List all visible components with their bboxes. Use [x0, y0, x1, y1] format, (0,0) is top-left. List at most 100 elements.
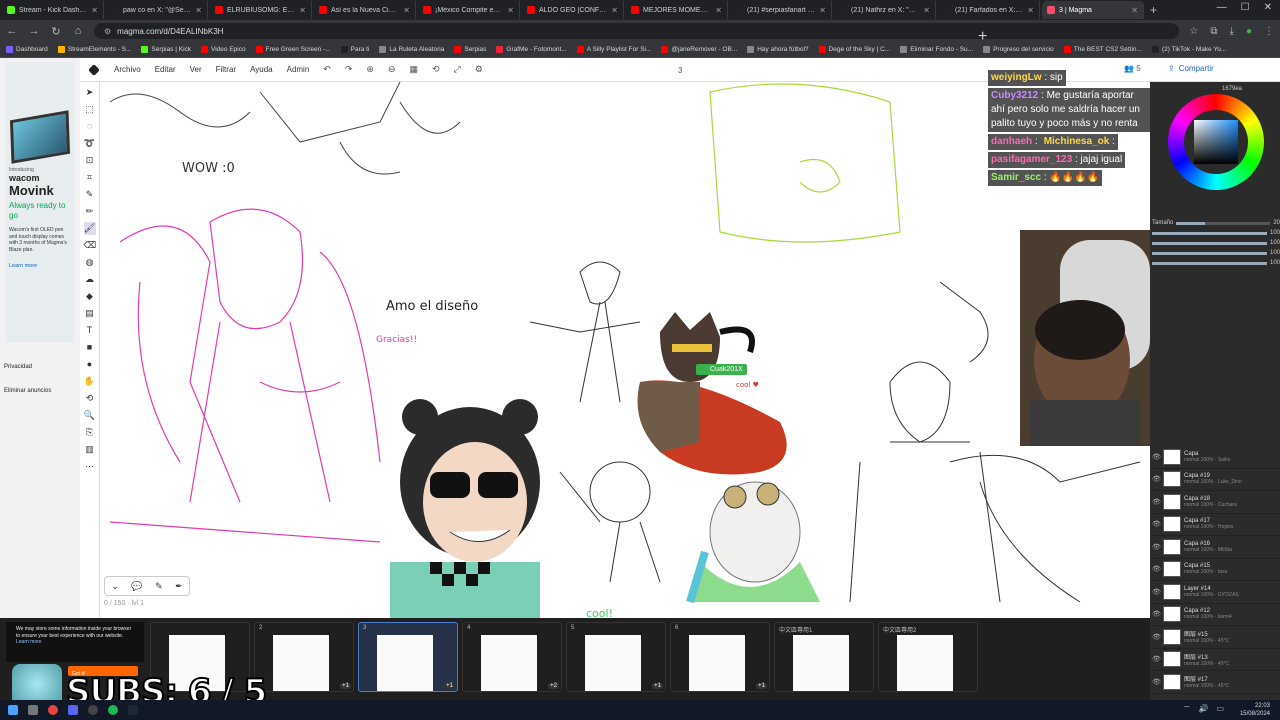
fit-icon[interactable]: ⤢: [454, 64, 461, 75]
bookmark[interactable]: GrafMe - Fotomont...: [496, 46, 567, 53]
clock[interactable]: 22:03 15/08/2024: [1240, 702, 1270, 718]
start-icon[interactable]: [8, 705, 18, 715]
browser-tab[interactable]: ELRUBIUSOMG: El YouTub ✕: [210, 1, 312, 19]
tab-close-icon[interactable]: ✕: [1131, 6, 1138, 15]
bookmark[interactable]: Progreso del servicio: [983, 46, 1054, 53]
download-icon[interactable]: ⤓: [1230, 26, 1234, 37]
tab-close-icon[interactable]: ✕: [923, 6, 930, 15]
eye-icon[interactable]: 👁: [1152, 498, 1161, 506]
blur-icon[interactable]: ◍: [84, 256, 96, 269]
layer-row[interactable]: 👁 Capa normal 100% · Saiko: [1152, 446, 1280, 469]
layer-row[interactable]: 👁 Layer #14 normal 100% · GYOZAS: [1152, 581, 1280, 604]
tab-close-icon[interactable]: ✕: [91, 6, 98, 15]
bookmark[interactable]: Hay ahora fútbol?: [747, 46, 809, 53]
magma-logo[interactable]: [88, 63, 100, 76]
close-icon[interactable]: ✕: [1264, 2, 1272, 13]
bookmark[interactable]: La Ruleta Aleatoria: [379, 46, 444, 53]
remove-ads-link[interactable]: Eliminar anuncios: [4, 388, 51, 394]
settings-icon[interactable]: ⚙: [475, 64, 483, 75]
layer-row[interactable]: 👁 Capa #18 normal 100% · Cuchara: [1152, 491, 1280, 514]
bookmark[interactable]: (2) TikTok - Make Yo...: [1151, 46, 1226, 53]
bookmark[interactable]: Video Epico: [201, 46, 246, 53]
site-info-icon[interactable]: ⚙: [104, 27, 111, 36]
discord-icon[interactable]: [68, 705, 78, 715]
wifi-icon[interactable]: ⌔: [1183, 704, 1191, 714]
layer-row[interactable]: 👁 Capa #15 normal 100% · tasu: [1152, 559, 1280, 581]
browser-tab[interactable]: 3 | Magma ✕: [1042, 1, 1144, 19]
fill-icon[interactable]: ◆: [84, 290, 96, 303]
eye-icon[interactable]: 👁: [1152, 678, 1161, 686]
share-button[interactable]: ⇪ Compartir: [1168, 64, 1214, 73]
eye-icon[interactable]: 👁: [1152, 475, 1161, 483]
zoom-in-icon[interactable]: ⊕: [366, 64, 374, 75]
brush-toggle-icon[interactable]: ✎: [155, 581, 163, 592]
bookmark[interactable]: Dege of the Sky | C...: [818, 46, 890, 53]
color-wheel[interactable]: [1168, 94, 1264, 190]
pen-icon[interactable]: ✒: [175, 581, 183, 592]
layers-icon[interactable]: ▥: [84, 443, 96, 456]
spotify-icon[interactable]: [108, 705, 118, 715]
chat-icon[interactable]: 💬: [131, 581, 142, 592]
eye-icon[interactable]: 👁: [1152, 453, 1161, 461]
page-thumbnail[interactable]: 5 +1: [566, 622, 666, 692]
color-square[interactable]: [1194, 120, 1238, 164]
select-ellipse-icon[interactable]: ◌: [84, 120, 96, 133]
menu-ver[interactable]: Ver: [190, 65, 202, 74]
home-icon[interactable]: ⌂: [72, 25, 84, 37]
browser-tab[interactable]: (21) Nathrz en X: "El mag ✕: [834, 1, 936, 19]
rotate-icon[interactable]: ⟲: [432, 64, 440, 75]
browser-tab[interactable]: (21) Farfados en X: "Tened✕: [938, 1, 1040, 19]
maximize-icon[interactable]: ☐: [1241, 2, 1250, 13]
layer-row[interactable]: 👁 图层 #13 normal 100% · 45°C: [1152, 649, 1280, 671]
browser-tab[interactable]: ¡México Compite en las Es ✕: [418, 1, 520, 19]
flow-slider[interactable]: [1152, 241, 1267, 245]
layer-row[interactable]: 👁图层 #12normal 100% · 45°C: [1152, 694, 1280, 695]
page-thumbnail[interactable]: 4 +2: [462, 622, 562, 692]
layer-row[interactable]: 👁 Capa #19 normal 100% · Luke_Dino: [1152, 469, 1280, 491]
layer-row[interactable]: 👁 图层 #15 normal 100% · 45°C: [1152, 626, 1280, 649]
page-thumbnail[interactable]: 2 +1: [254, 622, 354, 692]
hardness-slider[interactable]: [1152, 261, 1267, 265]
menu-admin[interactable]: Admin: [287, 65, 310, 74]
pencil-icon[interactable]: ✏: [84, 205, 96, 218]
eye-icon[interactable]: 👁: [1152, 633, 1161, 641]
eraser-icon[interactable]: ⌫: [84, 239, 97, 252]
tab-close-icon[interactable]: ✕: [195, 6, 202, 15]
browser-tab[interactable]: MEJORES MOMENTOS Ri ✕: [626, 1, 728, 19]
bookmark[interactable]: Para ti: [340, 46, 369, 53]
browser-tab[interactable]: Stream - Kick Dashboard✕: [2, 1, 104, 19]
tab-close-icon[interactable]: ✕: [299, 6, 306, 15]
steam-icon[interactable]: [128, 705, 138, 715]
grid-icon[interactable]: ▦: [409, 64, 418, 75]
page-thumbnail[interactable]: 中文區專用2: [878, 622, 978, 692]
bookmark[interactable]: @janeRemover - OB...: [661, 46, 737, 53]
eye-icon[interactable]: 👁: [1152, 565, 1161, 573]
eye-icon[interactable]: 👁: [1152, 588, 1161, 596]
text-icon[interactable]: T: [84, 324, 96, 337]
ad-learn-more-link[interactable]: Learn more: [9, 263, 71, 269]
tab-close-icon[interactable]: ✕: [715, 6, 722, 15]
search-icon[interactable]: [28, 705, 38, 715]
pointer-icon[interactable]: ➤: [84, 86, 96, 99]
select-rect-icon[interactable]: ⬚: [84, 103, 96, 116]
size-slider[interactable]: [1176, 221, 1271, 225]
chevron-down-icon[interactable]: ⌄: [111, 581, 119, 592]
page-thumbnail[interactable]: 3 +1: [358, 622, 458, 692]
bookmark[interactable]: Free Green Screen -...: [255, 46, 331, 53]
page-thumbnail[interactable]: 中文區專用1: [774, 622, 874, 692]
chrome-icon[interactable]: [48, 705, 58, 715]
bookmark[interactable]: Eliminar Fondo - Su...: [900, 46, 973, 53]
cookie-learn-more[interactable]: Learn more: [16, 639, 42, 645]
browser-tab[interactable]: paw co en X: "@Serpias h ✕: [106, 1, 208, 19]
lasso-icon[interactable]: ➰: [84, 137, 96, 150]
spacing-slider[interactable]: [1152, 251, 1267, 255]
more-icon[interactable]: ⋯: [84, 460, 96, 473]
transform-icon[interactable]: ⊡: [84, 154, 96, 167]
menu-archivo[interactable]: Archivo: [114, 65, 141, 74]
page-thumbnail[interactable]: 6 +1: [670, 622, 770, 692]
volume-icon[interactable]: 🔊: [1198, 704, 1208, 714]
rectangle-icon[interactable]: ■: [84, 341, 96, 354]
gradient-icon[interactable]: ▤: [84, 307, 96, 320]
ellipse-icon[interactable]: ●: [84, 358, 96, 371]
eyedropper-icon[interactable]: ✎: [84, 188, 96, 201]
